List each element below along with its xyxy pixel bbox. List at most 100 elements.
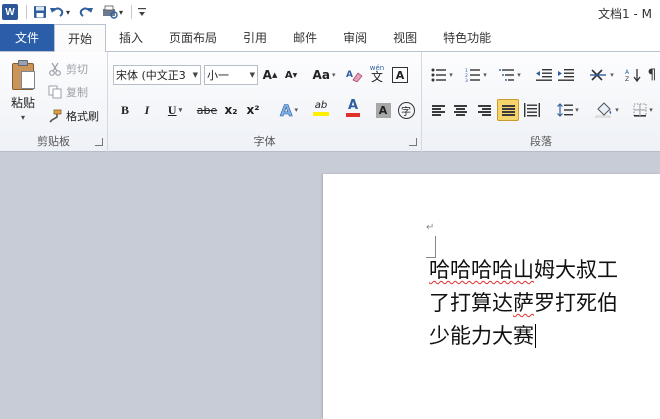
quick-access-toolbar: W ▾ ▾ [0,0,148,24]
superscript-button[interactable]: x² [244,100,262,120]
tab-special-features[interactable]: 特色功能 [430,24,504,51]
bullets-button[interactable]: ▾ [428,65,456,85]
grow-font-label: A [262,68,272,82]
decrease-indent-button[interactable] [534,65,554,85]
clipboard-launcher-icon[interactable] [95,138,103,146]
borders-button[interactable]: ▾ [628,100,658,120]
align-center-icon [453,104,467,116]
bold-button[interactable]: B [116,100,134,120]
tab-review[interactable]: 审阅 [330,24,380,51]
svg-text:A: A [346,70,353,80]
subscript-button[interactable]: x₂ [222,100,240,120]
align-left-button[interactable] [428,100,448,120]
show-hide-marks-button[interactable]: ¶ [644,65,660,85]
redo-button[interactable] [78,2,94,22]
bullets-dropdown-icon[interactable]: ▾ [449,71,453,79]
format-painter-icon [49,109,62,123]
align-right-button[interactable] [474,100,494,120]
chinese-layout-dropdown-icon[interactable]: ▾ [610,71,614,79]
tab-insert[interactable]: 插入 [106,24,156,51]
grow-font-button[interactable]: A ▲ [261,65,279,85]
tab-file[interactable]: 文件 [0,24,54,51]
document-page[interactable]: ↵ 哈哈哈哈山姆大叔工 了打算达萨罗打死伯 少能力大赛 [323,174,660,419]
phonetic-guide-button[interactable]: wén 文 [367,63,387,83]
chinese-layout-icon [590,69,607,81]
undo-button[interactable]: ▾ [49,2,70,22]
clipboard-group-label: 剪贴板 [37,135,70,148]
character-border-button[interactable]: A [391,65,409,85]
line-spacing-button[interactable]: ▾ [554,100,582,120]
document-body-text[interactable]: 哈哈哈哈山姆大叔工 了打算达萨罗打死伯 少能力大赛 [429,254,660,353]
italic-button[interactable]: I [138,100,156,120]
print-preview-button[interactable]: ▾ [102,2,123,22]
underline-button[interactable]: U ▾ [162,100,188,120]
tab-page-layout[interactable]: 页面布局 [156,24,230,51]
underline-label: U [167,102,177,117]
text-effect-dropdown-icon[interactable]: ▾ [294,106,298,114]
window-title: 文档1 - M [598,7,652,21]
copy-button[interactable]: 复制 [48,83,88,101]
bullets-icon [431,68,447,82]
chinese-layout-button[interactable]: ▾ [588,65,616,85]
increase-indent-icon [558,69,574,81]
font-color-button[interactable]: A [340,98,366,118]
font-size-dropdown-icon[interactable]: ▼ [250,71,255,79]
tab-references[interactable]: 引用 [230,24,280,51]
tab-view[interactable]: 视图 [380,24,430,51]
line-spacing-dropdown-icon[interactable]: ▾ [575,106,579,114]
numbering-button[interactable]: 123 ▾ [462,65,490,85]
clear-formatting-button[interactable]: A [344,65,364,85]
shading-dropdown-icon[interactable]: ▾ [615,106,619,114]
paste-dropdown-icon[interactable]: ▾ [21,113,25,122]
justify-icon [501,104,515,116]
borders-dropdown-icon[interactable]: ▾ [649,106,653,114]
tab-home[interactable]: 开始 [54,24,107,52]
strikethrough-button[interactable]: abe [196,100,218,120]
distributed-icon [524,103,540,117]
justify-button[interactable] [497,99,519,121]
distributed-button[interactable] [522,100,542,120]
font-launcher-icon[interactable] [409,138,417,146]
word-app-icon[interactable]: W [2,2,18,22]
clipboard-group: 粘贴 ▾ 剪切 复制 格式刷 剪贴板 [0,52,108,152]
highlight-button[interactable]: ab [306,98,336,118]
svg-text:Z: Z [625,76,629,82]
save-icon [34,6,46,18]
multilevel-list-button[interactable]: ▾ [496,65,524,85]
print-dropdown-icon[interactable]: ▾ [119,8,123,17]
character-shading-button[interactable]: A [374,100,392,120]
change-case-dropdown-icon[interactable]: ▾ [332,71,336,79]
font-name-dropdown-icon[interactable]: ▼ [193,71,198,79]
increase-indent-button[interactable] [556,65,576,85]
multilevel-list-dropdown-icon[interactable]: ▾ [517,71,521,79]
customize-qat-icon [138,8,147,16]
ribbon-tabs: 文件 开始 插入 页面布局 引用 邮件 审阅 视图 特色功能 [0,24,660,52]
change-case-button[interactable]: Aa ▾ [310,65,338,85]
customize-qat-button[interactable] [138,2,147,22]
font-name-value: 宋体 (中文正3 [116,69,186,82]
save-button[interactable] [33,2,47,22]
text-cursor [535,324,536,348]
undo-dropdown-icon[interactable]: ▾ [66,8,70,17]
text-effect-button[interactable]: A ▾ [276,100,302,120]
title-bar: W ▾ ▾ 文档1 - M [0,0,660,24]
format-painter-label: 格式刷 [66,110,99,123]
line-spacing-icon [557,103,574,117]
paste-button[interactable]: 粘贴 ▾ [6,58,40,124]
align-center-button[interactable] [450,100,470,120]
numbering-dropdown-icon[interactable]: ▾ [483,71,487,79]
shading-button[interactable]: ▾ [592,100,622,120]
format-painter-button[interactable]: 格式刷 [48,107,99,125]
sort-button[interactable]: AZ [624,65,644,85]
undo-icon [50,7,64,17]
font-size-combo[interactable]: 小一 ▼ [204,65,258,85]
font-group: 宋体 (中文正3 ▼ 小一 ▼ A▲ A▼ Aa▾ A wén 文 A B [108,52,422,152]
cut-label: 剪切 [66,63,88,76]
enclose-characters-button[interactable]: 字 [396,100,416,120]
font-name-combo[interactable]: 宋体 (中文正3 ▼ [113,65,201,85]
underline-dropdown-icon[interactable]: ▾ [179,106,183,114]
shrink-font-button[interactable]: A ▼ [282,65,300,85]
tab-mailings[interactable]: 邮件 [280,24,330,51]
cut-button[interactable]: 剪切 [48,60,88,78]
clear-formatting-icon: A [346,70,363,83]
